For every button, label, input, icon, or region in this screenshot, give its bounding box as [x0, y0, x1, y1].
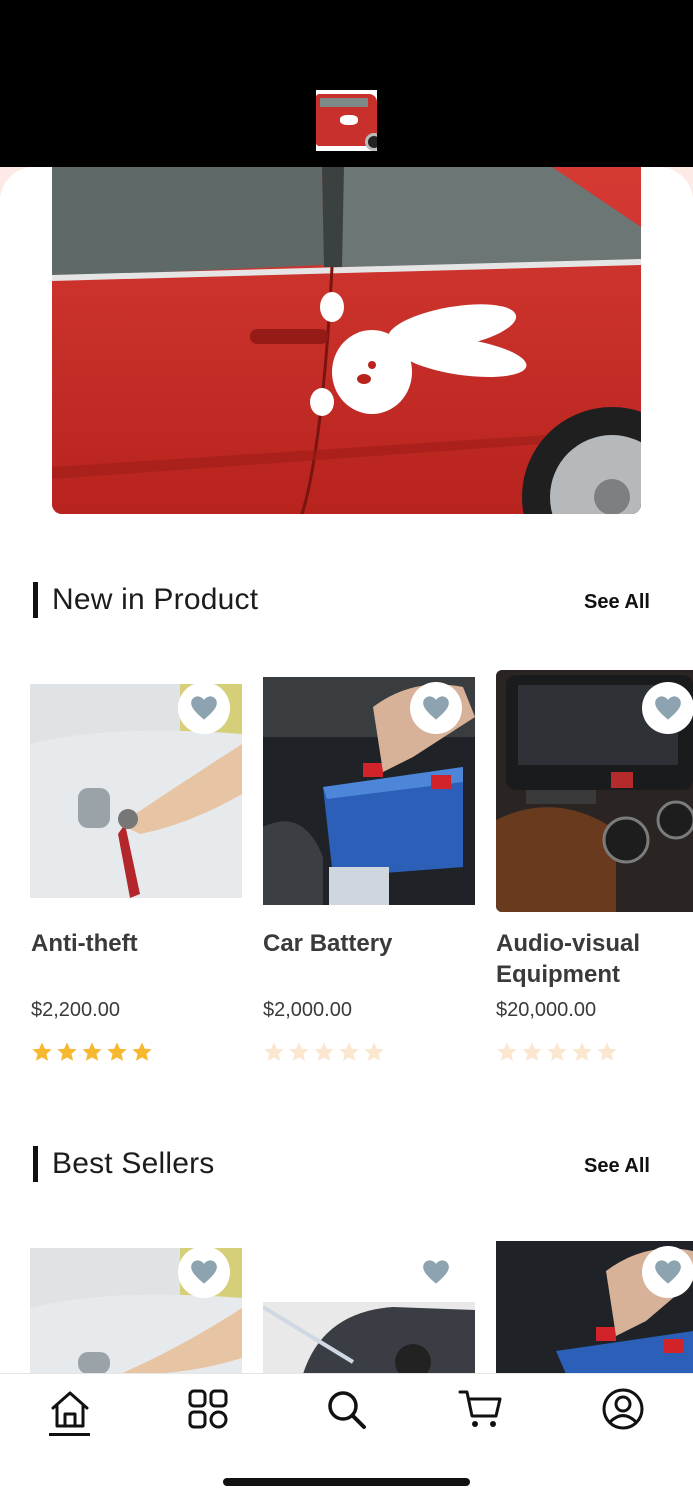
home-indicator[interactable]: [223, 1478, 470, 1486]
heart-icon: [655, 696, 681, 720]
star-icon: [364, 1042, 384, 1061]
favorite-button[interactable]: [410, 682, 462, 734]
rating-stars: [496, 1041, 618, 1063]
tab-cart[interactable]: [456, 1385, 504, 1433]
tab-home[interactable]: [46, 1385, 94, 1433]
heart-icon: [191, 696, 217, 720]
section-accent-bar: [33, 1146, 38, 1182]
section-header-best-sellers: Best Sellers: [33, 1144, 214, 1184]
heart-icon: [191, 1260, 217, 1284]
rating-stars: [31, 1041, 153, 1063]
favorite-button[interactable]: [410, 1246, 462, 1298]
profile-icon: [602, 1388, 644, 1430]
product-image[interactable]: [263, 1302, 475, 1374]
star-icon: [522, 1042, 542, 1061]
star-icon: [339, 1042, 359, 1061]
product-name[interactable]: Audio-visual Equipment: [496, 928, 686, 990]
star-icon: [497, 1042, 517, 1061]
see-all-link[interactable]: See All: [584, 1155, 650, 1178]
favorite-button[interactable]: [178, 1246, 230, 1298]
favorite-button[interactable]: [178, 682, 230, 734]
home-icon: [51, 1391, 89, 1428]
star-icon: [314, 1042, 334, 1061]
star-icon: [132, 1042, 152, 1061]
star-icon: [572, 1042, 592, 1061]
tab-search[interactable]: [322, 1385, 370, 1433]
favorite-button[interactable]: [642, 1246, 693, 1298]
product-price: $2,000.00: [263, 999, 352, 1021]
favorite-button[interactable]: [642, 682, 693, 734]
categories-icon: [188, 1389, 228, 1429]
rating-stars: [263, 1041, 385, 1063]
product-price: $2,200.00: [31, 999, 120, 1021]
search-icon: [328, 1391, 366, 1429]
active-tab-indicator: [49, 1433, 90, 1436]
section-title: Best Sellers: [52, 1147, 215, 1180]
heart-icon: [655, 1260, 681, 1284]
hero-banner[interactable]: [52, 167, 641, 514]
see-all-link[interactable]: See All: [584, 591, 650, 614]
product-name[interactable]: Car Battery: [263, 928, 468, 959]
star-icon: [107, 1042, 127, 1061]
product-price: $20,000.00: [496, 999, 597, 1021]
section-header-new: New in Product: [33, 580, 258, 620]
star-icon: [82, 1042, 102, 1061]
top-bar: [0, 0, 693, 167]
header-thumbnail[interactable]: [316, 90, 377, 151]
product-name[interactable]: Anti-theft: [31, 928, 236, 959]
star-icon: [289, 1042, 309, 1061]
tab-profile[interactable]: [599, 1385, 647, 1433]
heart-icon: [423, 696, 449, 720]
star-icon: [264, 1042, 284, 1061]
star-icon: [597, 1042, 617, 1061]
section-title: New in Product: [52, 583, 259, 616]
tab-categories[interactable]: [184, 1385, 232, 1433]
star-icon: [32, 1042, 52, 1061]
section-accent-bar: [33, 582, 38, 618]
star-icon: [547, 1042, 567, 1061]
cart-icon: [458, 1390, 502, 1427]
star-icon: [57, 1042, 77, 1061]
heart-icon: [423, 1260, 449, 1284]
